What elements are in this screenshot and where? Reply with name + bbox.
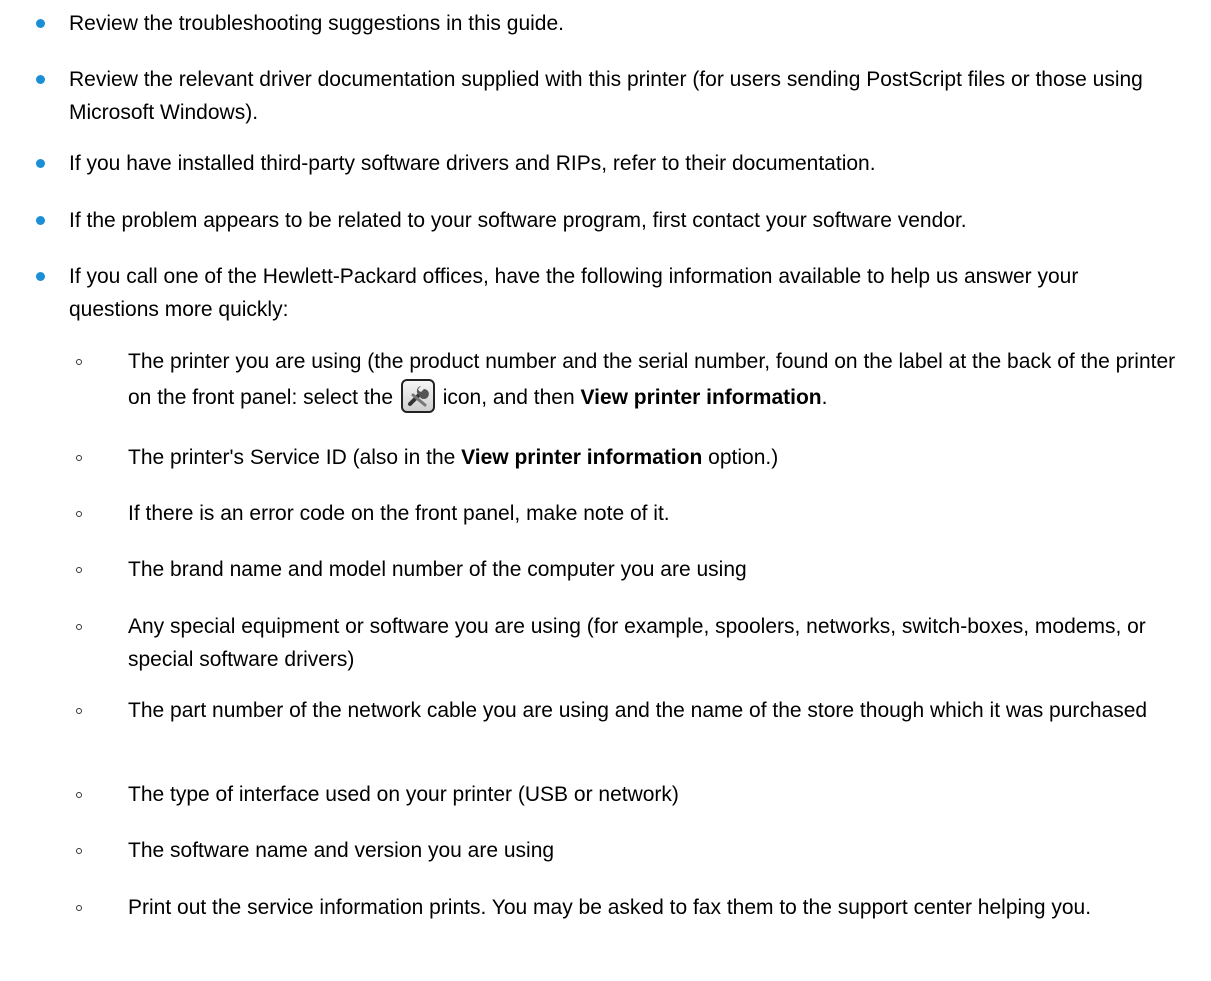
sub-list-item: The printer's Service ID (also in the Vi…	[128, 441, 1188, 474]
sub-list-item: If there is an error code on the front p…	[128, 502, 670, 525]
sub-list-item: The part number of the network cable you…	[128, 699, 1148, 722]
bullet-icon	[36, 75, 45, 84]
bullet-icon	[36, 216, 45, 225]
list-item: If you have installed third-party softwa…	[69, 152, 876, 175]
list-item: Review the troubleshooting suggestions i…	[69, 12, 564, 35]
sub-bullet-icon	[76, 792, 82, 798]
sub-bullet-icon	[76, 905, 82, 911]
sub-bullet-icon	[76, 624, 82, 630]
sub-bullet-icon	[76, 359, 82, 365]
sub-list-item: Any special equipment or software you ar…	[128, 615, 1146, 671]
wrench-icon	[400, 379, 435, 414]
menu-reference: View printer information	[580, 386, 822, 409]
sub-bullet-icon	[76, 567, 82, 573]
sub-item-text: The printer's Service ID (also in the	[128, 446, 456, 469]
sub-item-text: icon, and then	[442, 386, 575, 409]
sub-list-item: The printer you are using (the product n…	[128, 344, 1188, 416]
sub-bullet-icon	[76, 511, 82, 517]
sub-item-text: .	[821, 386, 828, 409]
list-item: If the problem appears to be related to …	[69, 209, 967, 232]
list-item: Review the relevant driver documentation…	[69, 68, 1143, 124]
menu-reference: View printer information	[461, 446, 703, 469]
sub-list-item: The software name and version you are us…	[128, 839, 555, 862]
sub-list-item: The brand name and model number of the c…	[128, 558, 747, 581]
sub-list-item: The type of interface used on your print…	[128, 783, 679, 806]
sub-bullet-icon	[76, 848, 82, 854]
sub-list-item: Print out the service information prints…	[128, 896, 1092, 919]
bullet-icon	[36, 159, 45, 168]
bullet-icon	[36, 272, 45, 281]
list-item: If you call one of the Hewlett-Packard o…	[69, 265, 1079, 321]
bullet-icon	[36, 19, 45, 28]
sub-bullet-icon	[76, 455, 82, 461]
sub-item-text: option.)	[708, 446, 779, 469]
sub-bullet-icon	[76, 708, 82, 714]
